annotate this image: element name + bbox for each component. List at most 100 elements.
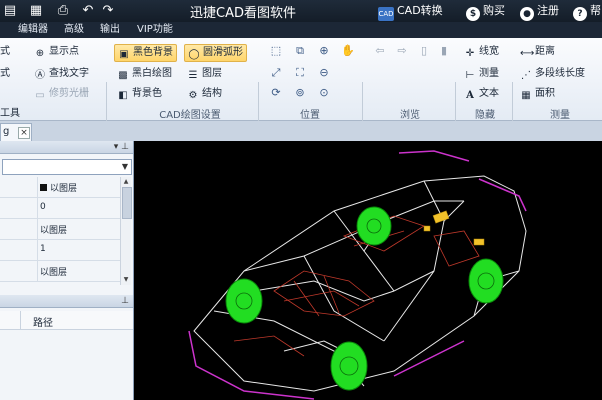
- document-tab[interactable]: g ×: [0, 123, 32, 141]
- car-wireframe-drawing: [188, 150, 527, 400]
- print-icon[interactable]: ⎙: [55, 3, 71, 19]
- polyline-length-button[interactable]: ⋰ 多段线长度: [520, 66, 585, 82]
- zoom-in-icon[interactable]: ⊕: [316, 44, 332, 58]
- menu-advanced[interactable]: 高级: [64, 23, 84, 37]
- property-row[interactable]: 0: [0, 198, 120, 219]
- show-points-icon: ⊕: [35, 48, 45, 59]
- menu-output[interactable]: 输出: [100, 23, 120, 37]
- property-value: 以图层: [40, 181, 77, 194]
- drawing-canvas[interactable]: [134, 141, 602, 400]
- close-icon[interactable]: ×: [18, 127, 30, 139]
- trim-raster-icon: ▭: [35, 90, 45, 101]
- zoom-real-icon[interactable]: ⊙: [316, 86, 332, 100]
- help-button[interactable]: ? 帮: [573, 3, 601, 21]
- redo-icon[interactable]: ↷: [100, 3, 116, 19]
- zoom-previous-icon[interactable]: ⊚: [292, 86, 308, 100]
- find-text-button[interactable]: Ⓐ 查找文字: [34, 66, 89, 82]
- distance-icon: ⟷: [520, 48, 535, 59]
- area-button[interactable]: ▦ 面积: [520, 86, 555, 102]
- properties-scrollbar[interactable]: ▲ ▼: [120, 177, 132, 285]
- hide-group-label: 隐藏: [475, 110, 495, 121]
- browse-group-label: 浏览: [400, 110, 420, 121]
- wheel-rear-far: [468, 258, 504, 304]
- rotate-icon[interactable]: ⟳: [268, 86, 284, 100]
- page-next-icon[interactable]: ▮: [436, 44, 452, 58]
- save-icon[interactable]: ▦: [28, 3, 44, 19]
- page-icon[interactable]: ▯: [416, 44, 432, 58]
- smooth-arc-button[interactable]: ◯ 圆滑弧形: [184, 44, 247, 62]
- column-divider: [20, 311, 21, 329]
- cad-settings-group-label: CAD绘图设置: [159, 110, 221, 121]
- color-swatch: [40, 184, 47, 191]
- zoom-window-icon[interactable]: ⬚: [268, 44, 284, 58]
- car-frame-detail: [233, 215, 480, 357]
- register-button[interactable]: ● 注册: [520, 3, 559, 21]
- engine-accents: [423, 210, 485, 246]
- pin-icon[interactable]: ⊥: [121, 295, 129, 307]
- forward-arrow-icon[interactable]: ⇨: [394, 44, 410, 58]
- property-row[interactable]: 以图层: [0, 177, 120, 198]
- path-column-header[interactable]: 路径: [33, 314, 53, 329]
- files-pane-header: ⊥: [0, 295, 133, 308]
- layers-icon: ☰: [188, 70, 198, 81]
- cad-convert-button[interactable]: CAD CAD转换: [378, 3, 443, 21]
- left-edge-item-2[interactable]: 式: [0, 66, 10, 82]
- property-row[interactable]: 1: [0, 240, 120, 261]
- bw-drawing-button[interactable]: ▩ 黑白绘图: [117, 66, 172, 82]
- property-row[interactable]: 以图层: [0, 261, 120, 282]
- properties-pane-header: ▾ ⊥: [0, 141, 133, 154]
- property-row[interactable]: 以图层: [0, 219, 120, 240]
- text-button[interactable]: A 文本: [464, 86, 499, 102]
- cad-convert-icon: CAD: [378, 7, 394, 21]
- menu-bar: 编辑器 高级 输出 VIP功能: [0, 22, 602, 38]
- scroll-thumb[interactable]: [122, 187, 132, 219]
- line-width-button[interactable]: ✛ 线宽: [464, 44, 499, 60]
- text-icon: A: [466, 90, 474, 101]
- smooth-arc-icon: ◯: [188, 49, 200, 60]
- background-color-button[interactable]: ◧ 背景色: [117, 86, 162, 102]
- zoom-extents-icon[interactable]: ⧉: [292, 44, 308, 58]
- undo-icon[interactable]: ↶: [80, 3, 96, 19]
- entity-select[interactable]: ▼: [2, 159, 132, 175]
- scroll-up-icon[interactable]: ▲: [122, 178, 130, 186]
- frame-icon[interactable]: ⛶: [292, 66, 308, 80]
- row-divider: [37, 219, 38, 239]
- back-arrow-icon[interactable]: ⇦: [372, 44, 388, 58]
- wheel-front-right: [330, 341, 368, 391]
- menu-editor[interactable]: 编辑器: [18, 23, 48, 37]
- distance-button[interactable]: ⟷距离: [520, 44, 555, 60]
- polyline-icon: ⋰: [521, 70, 531, 81]
- row-divider: [37, 198, 38, 218]
- menu-vip[interactable]: VIP功能: [137, 23, 173, 37]
- hide-measure-button[interactable]: ⊢ 测量: [464, 66, 499, 82]
- black-background-icon: ▣: [119, 49, 129, 60]
- wheels: [225, 206, 504, 391]
- black-background-button[interactable]: ▣ 黑色背景: [114, 44, 177, 62]
- show-points-button[interactable]: ⊕ 显示点: [34, 44, 79, 60]
- app-title: 迅捷CAD看图软件: [190, 6, 296, 21]
- wheel-front-left: [225, 278, 263, 324]
- background-color-icon: ◧: [118, 90, 128, 101]
- fit-icon[interactable]: ⤢: [268, 66, 284, 80]
- file-list-header: 路径: [0, 311, 133, 330]
- buy-button[interactable]: $ 购买: [466, 3, 505, 21]
- pin-icon[interactable]: ▾ ⊥: [114, 141, 129, 153]
- position-group-label: 位置: [300, 110, 320, 121]
- scroll-down-icon[interactable]: ▼: [122, 276, 130, 284]
- layers-button[interactable]: ☰ 图层: [187, 66, 222, 82]
- cart-icon: $: [466, 7, 480, 21]
- app-menu-icon[interactable]: ▤: [2, 3, 18, 19]
- structure-button[interactable]: ⚙ 结构: [187, 86, 222, 102]
- left-edge-item-1[interactable]: 式: [0, 44, 10, 60]
- pan-hand-icon[interactable]: ✋: [340, 44, 356, 58]
- title-bar: ▤ ▦ ⎙ ↶ ↷ 迅捷CAD看图软件 CAD CAD转换 $ 购买 ● 注册 ? 帮: [0, 0, 602, 22]
- ribbon: 式 式 工具 ⊕ 显示点 Ⓐ 查找文字 ▭ 修剪光栅 ▣ 黑色背景 ◯ 圆滑弧形 ▩ 黑白绘…: [0, 38, 602, 154]
- row-divider: [37, 240, 38, 260]
- zoom-out-icon[interactable]: ⊖: [316, 66, 332, 80]
- document-tab-strip: g ×: [0, 121, 602, 141]
- trim-raster-button[interactable]: ▭ 修剪光栅: [34, 86, 89, 102]
- property-value: 0: [40, 202, 46, 212]
- property-value: 1: [40, 244, 46, 254]
- properties-panel: ▾ ⊥ ▼ 以图层 0 以图层 1 以图层 ▲ ▼ ⊥ 路径: [0, 141, 134, 400]
- chevron-down-icon[interactable]: ▼: [120, 161, 130, 173]
